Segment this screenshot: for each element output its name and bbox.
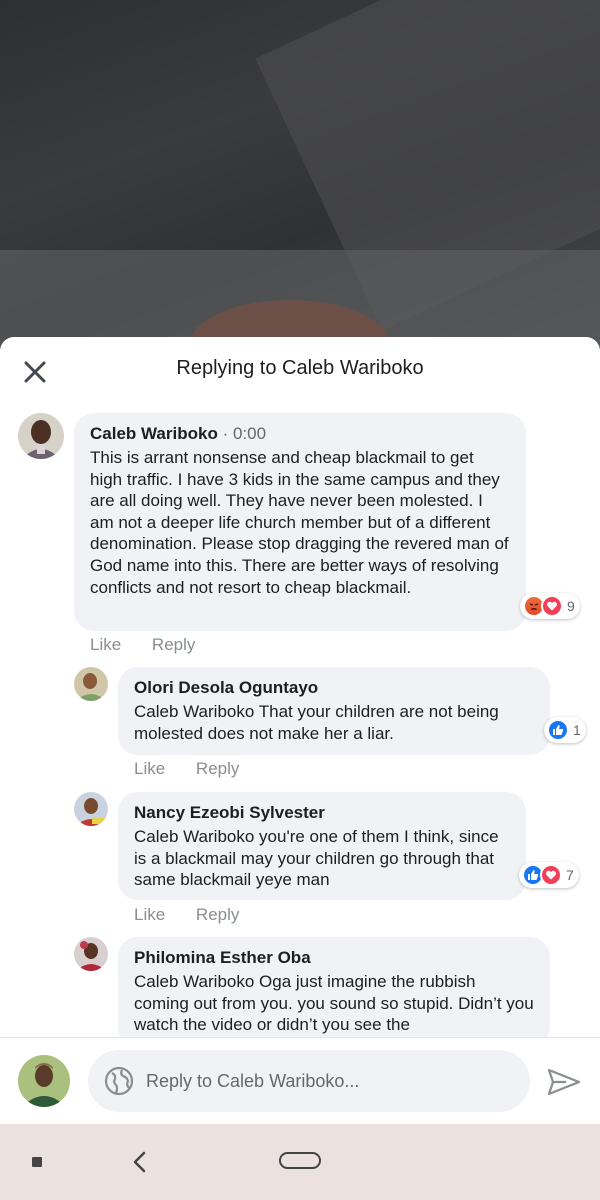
comment-bubble: Caleb Wariboko · 0:00 This is arrant non… (74, 413, 526, 631)
comment-text: Caleb Wariboko Oga just imagine the rubb… (134, 972, 534, 1035)
comment-bubble: Olori Desola Oguntayo Caleb Wariboko Tha… (118, 667, 550, 755)
comment-actions: Like Reply (134, 905, 265, 925)
comment-actions: Like Reply (134, 759, 265, 779)
comment-author[interactable]: Olori Desola Oguntayo (134, 677, 534, 699)
reply-sheet: Replying to Caleb Wariboko Caleb Waribok… (0, 337, 600, 1124)
like-reaction-icon (547, 719, 569, 741)
like-button[interactable]: Like (134, 905, 165, 924)
reply-button[interactable]: Reply (196, 759, 239, 778)
like-button[interactable]: Like (134, 759, 165, 778)
comment-bubble: Nancy Ezeobi Sylvester Caleb Wariboko yo… (118, 792, 526, 900)
android-nav-bar (0, 1124, 600, 1200)
avatar[interactable] (74, 667, 108, 701)
reaction-summary[interactable]: 9 (520, 593, 580, 619)
current-user-avatar (18, 1055, 70, 1107)
home-button[interactable] (279, 1152, 321, 1169)
reaction-count: 9 (567, 598, 575, 614)
like-button[interactable]: Like (90, 635, 121, 654)
avatar[interactable] (74, 937, 108, 971)
comment-text: Caleb Wariboko you're one of them I thin… (134, 827, 499, 890)
reaction-summary[interactable]: 1 (544, 717, 586, 743)
avatar[interactable] (74, 792, 108, 826)
live-video-background (0, 0, 600, 360)
reply-button[interactable]: Reply (152, 635, 195, 654)
avatar[interactable] (18, 413, 64, 459)
reaction-count: 7 (566, 867, 574, 883)
sheet-header: Replying to Caleb Wariboko (0, 337, 600, 401)
love-reaction-icon (541, 595, 563, 617)
reply-input[interactable] (146, 1070, 506, 1092)
comment-author[interactable]: Philomina Esther Oba (134, 947, 534, 969)
comment-author[interactable]: Nancy Ezeobi Sylvester (134, 802, 510, 824)
reaction-summary[interactable]: 7 (519, 862, 579, 888)
reply-input-container[interactable] (88, 1050, 530, 1112)
back-icon[interactable] (130, 1150, 150, 1174)
recent-apps-button[interactable] (32, 1157, 42, 1167)
comment-text: This is arrant nonsense and cheap blackm… (90, 448, 509, 597)
comment-actions: Like Reply (90, 635, 221, 655)
comment-author[interactable]: Caleb Wariboko (90, 424, 218, 443)
comment-text: Caleb Wariboko That your children are no… (134, 702, 499, 743)
sheet-title: Replying to Caleb Wariboko (176, 357, 424, 379)
comment-time: · 0:00 (222, 424, 267, 443)
love-reaction-icon (540, 864, 562, 886)
reply-button[interactable]: Reply (196, 905, 239, 924)
comment-bubble: Philomina Esther Oba Caleb Wariboko Oga … (118, 937, 550, 1047)
globe-icon[interactable] (104, 1066, 134, 1096)
reaction-count: 1 (573, 722, 581, 738)
reply-composer (0, 1037, 600, 1124)
send-icon[interactable] (546, 1064, 582, 1100)
